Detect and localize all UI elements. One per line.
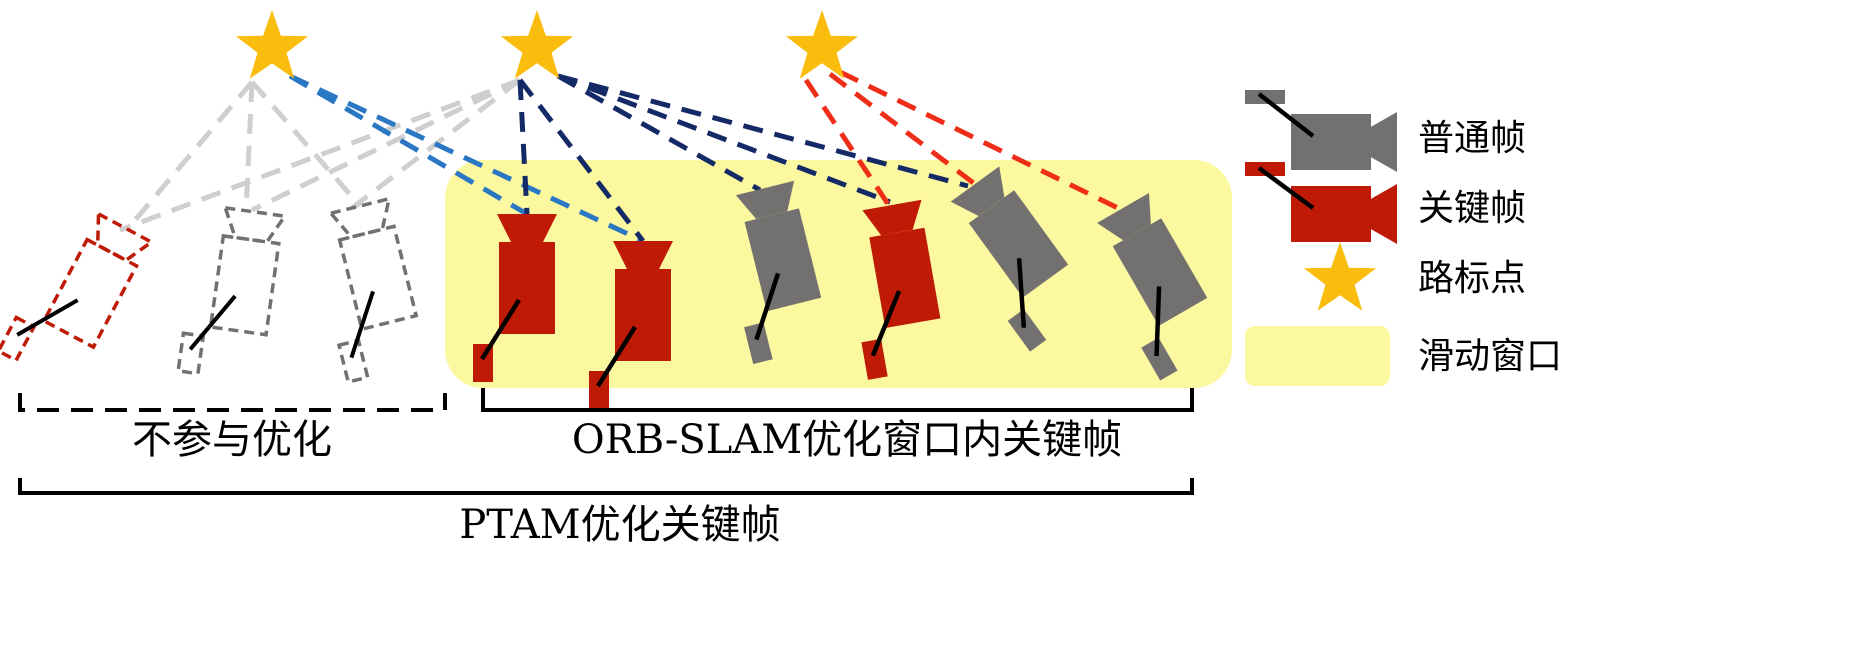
label-not-optimized: 不参与优化 bbox=[132, 417, 332, 463]
star-icon bbox=[785, 10, 859, 79]
camera-icon bbox=[0, 200, 154, 393]
camera-icon bbox=[305, 196, 432, 384]
legend-regular-frame-swatch bbox=[1245, 90, 1397, 172]
diagram-canvas: 不参与优化 ORB-SLAM优化窗口内关键帧 PTAM优化关键帧 普通帧 关键帧… bbox=[0, 0, 1860, 658]
legend: 普通帧 关键帧 路标点 滑动窗口 bbox=[1245, 90, 1562, 386]
legend-sliding-window-label: 滑动窗口 bbox=[1418, 336, 1562, 377]
label-ptam: PTAM优化关键帧 bbox=[459, 502, 780, 548]
bracket-not-optimized bbox=[18, 393, 447, 412]
star-icon bbox=[500, 10, 574, 79]
legend-regular-frame-label: 普通帧 bbox=[1418, 118, 1526, 159]
legend-keyframe-label: 关键帧 bbox=[1418, 188, 1526, 229]
label-orb-slam: ORB-SLAM优化窗口内关键帧 bbox=[572, 417, 1122, 463]
diagram-svg: 不参与优化 ORB-SLAM优化窗口内关键帧 PTAM优化关键帧 普通帧 关键帧… bbox=[0, 10, 1562, 548]
legend-keyframe-swatch bbox=[1245, 162, 1397, 244]
bracket-ptam bbox=[18, 478, 1194, 495]
camera-icon bbox=[176, 202, 287, 385]
star-icon bbox=[1303, 242, 1377, 311]
legend-landmark-label: 路标点 bbox=[1418, 258, 1526, 299]
sliding-window-area bbox=[445, 160, 1232, 388]
legend-sliding-window-swatch bbox=[1245, 326, 1390, 386]
star-icon bbox=[235, 10, 309, 79]
